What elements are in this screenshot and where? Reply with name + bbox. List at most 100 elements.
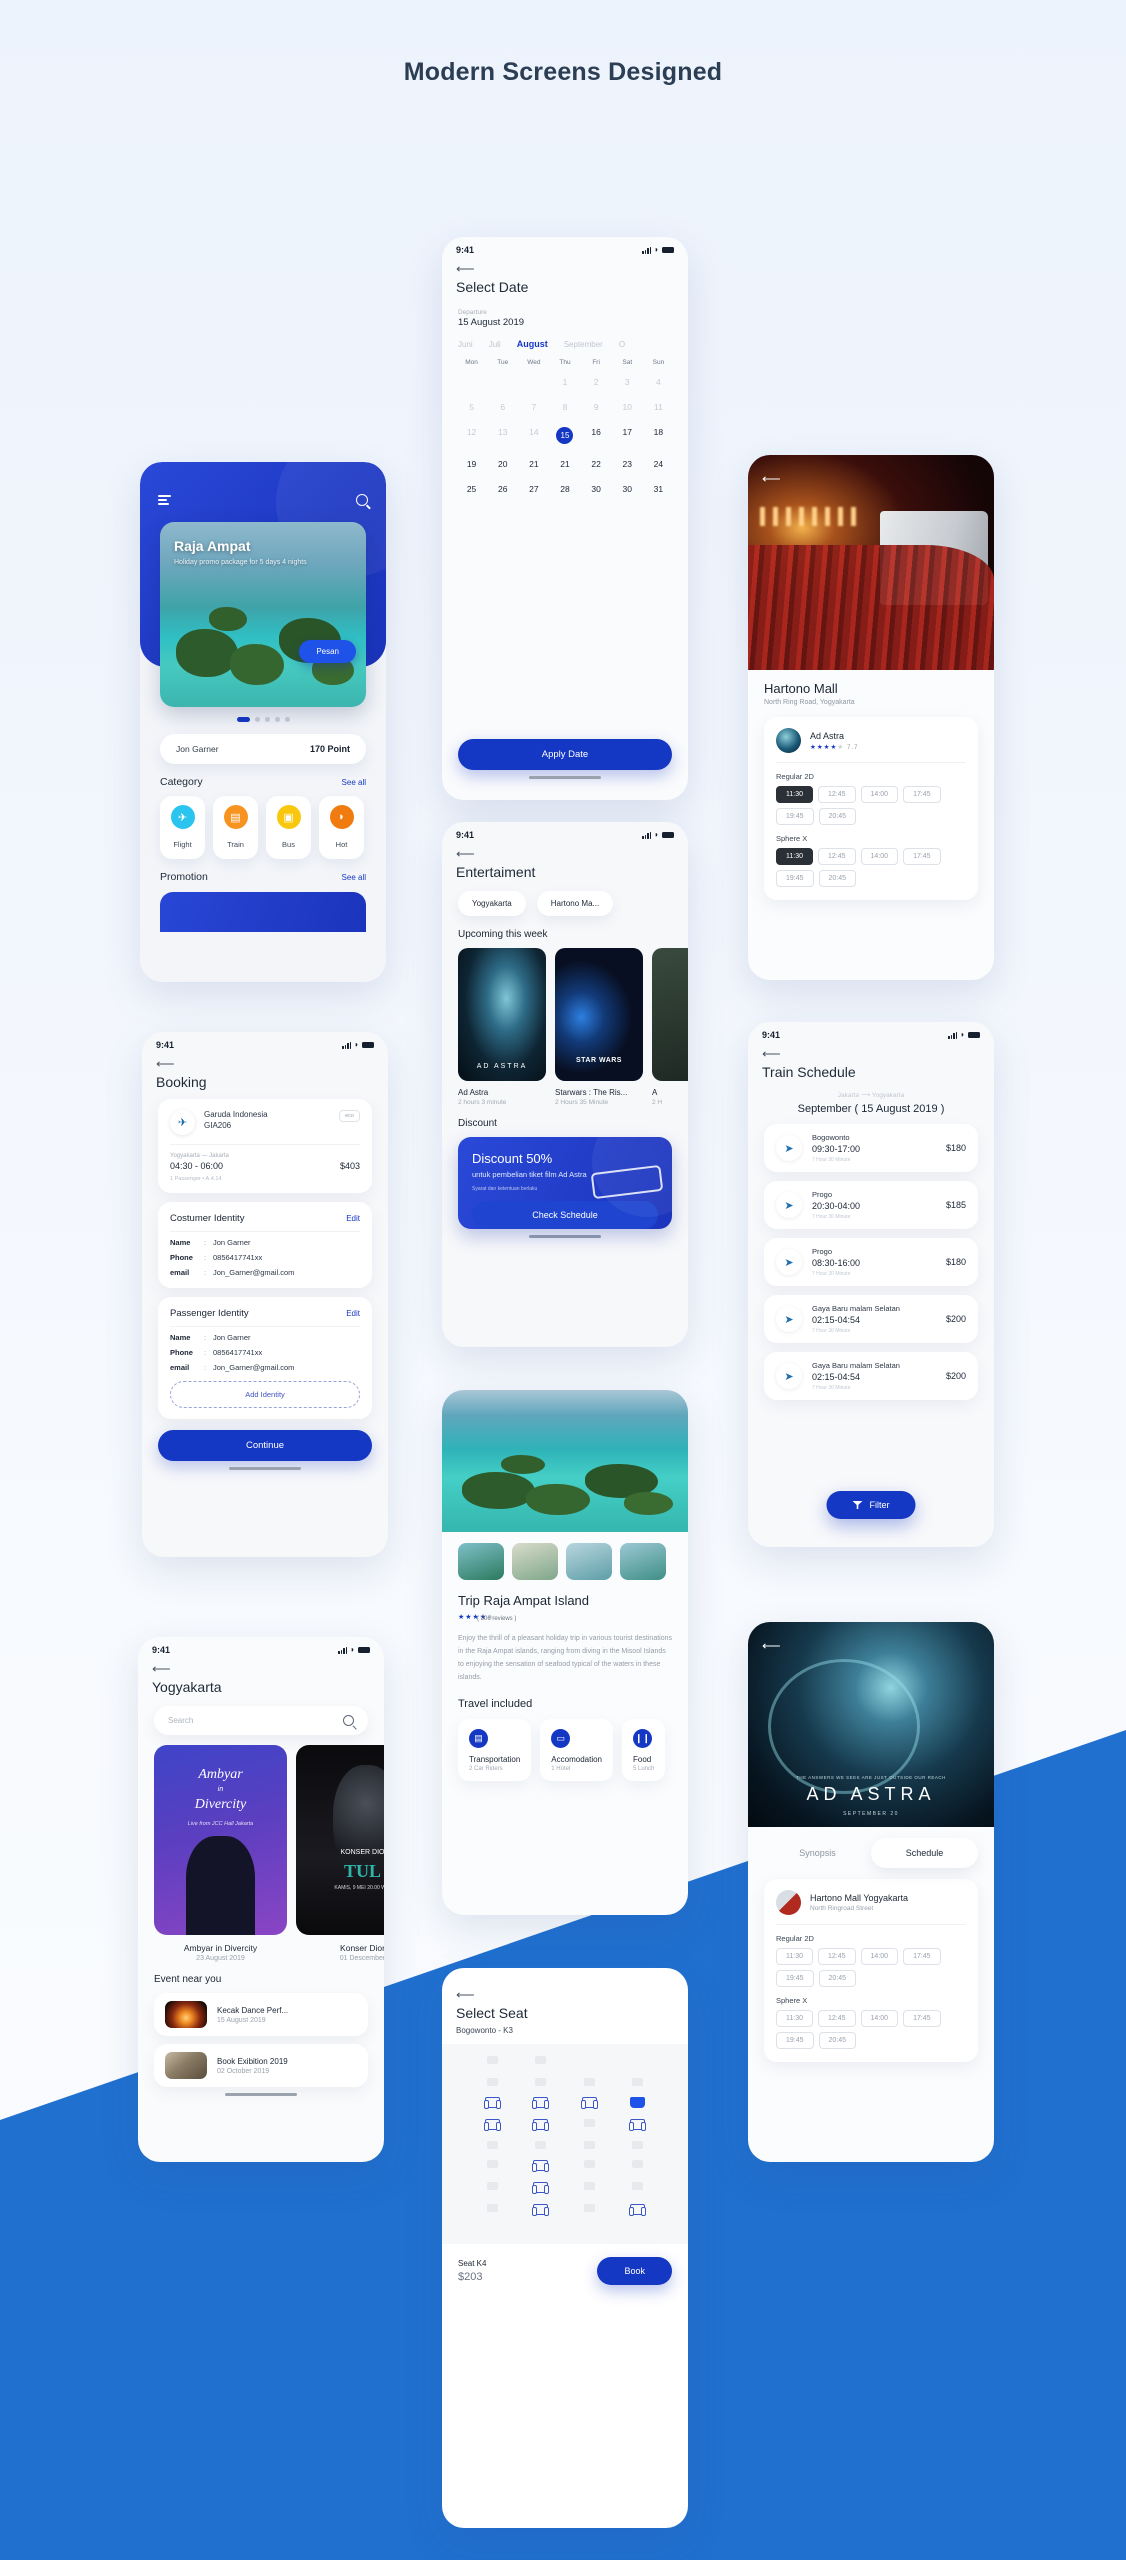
category-flight[interactable]: ✈ Flight: [160, 796, 205, 859]
showtime-chip[interactable]: 14:00: [860, 848, 899, 865]
calendar-day[interactable]: 26: [487, 480, 518, 498]
book-button[interactable]: Book: [597, 2257, 672, 2285]
month-september[interactable]: September: [564, 340, 603, 349]
showtime-chip[interactable]: 12:45: [818, 786, 856, 803]
back-icon[interactable]: ⟵: [762, 471, 781, 487]
calendar-day[interactable]: 11: [643, 398, 674, 416]
showtime-chip[interactable]: 19:45: [776, 1970, 814, 1987]
seat-empty[interactable]: [583, 2182, 595, 2190]
showtime-chip[interactable]: 17:45: [903, 848, 941, 865]
back-icon[interactable]: ⟵: [138, 1657, 384, 1675]
included-food[interactable]: ❙❙ Food 5 Lunch: [622, 1718, 666, 1781]
pesan-button[interactable]: Pesan: [299, 640, 356, 663]
seat-empty[interactable]: [583, 2160, 595, 2168]
calendar-day[interactable]: 6: [487, 398, 518, 416]
calendar-day[interactable]: [518, 373, 549, 391]
back-icon[interactable]: ⟵: [762, 1638, 781, 1654]
seat-empty[interactable]: [486, 2160, 498, 2168]
calendar-day[interactable]: 30: [612, 480, 643, 498]
near-event-row[interactable]: Book Exibition 2019 02 October 2019: [154, 2044, 368, 2087]
showtime-chip[interactable]: 14:00: [860, 2010, 899, 2027]
calendar-day[interactable]: 14: [518, 423, 549, 448]
promotion-see-all[interactable]: See all: [342, 873, 366, 882]
thumbnail[interactable]: [458, 1543, 504, 1580]
seat-available[interactable]: [483, 2119, 501, 2131]
seat-empty[interactable]: [632, 2182, 644, 2190]
seat-empty[interactable]: [486, 2204, 498, 2212]
search-icon[interactable]: [343, 1715, 354, 1726]
apply-date-button[interactable]: Apply Date: [458, 739, 672, 770]
showtime-chip[interactable]: 12:45: [818, 848, 856, 865]
calendar-day[interactable]: 31: [643, 480, 674, 498]
film-card[interactable]: A 2 H: [652, 948, 688, 1106]
category-bus[interactable]: ▣ Bus: [266, 796, 311, 859]
promotion-card[interactable]: [160, 892, 366, 932]
showtime-chip[interactable]: 11:30: [776, 786, 813, 803]
showtime-chip[interactable]: 17:45: [903, 2010, 941, 2027]
tab-schedule[interactable]: Schedule: [871, 1838, 978, 1868]
seat-empty[interactable]: [632, 2141, 644, 2149]
menu-icon[interactable]: [158, 494, 171, 506]
calendar-day[interactable]: 12: [456, 423, 487, 448]
showtime-chip[interactable]: 14:00: [860, 786, 899, 803]
discount-banner[interactable]: Discount 50% untuk pembelian tiket film …: [458, 1137, 672, 1229]
showtime-chip[interactable]: 11:30: [776, 848, 813, 865]
calendar-day[interactable]: 24: [643, 455, 674, 473]
calendar-day[interactable]: 9: [581, 398, 612, 416]
seat-empty[interactable]: [486, 2056, 498, 2064]
filter-button[interactable]: Filter: [826, 1491, 916, 1519]
tab-synopsis[interactable]: Synopsis: [764, 1838, 871, 1868]
seat-empty[interactable]: [632, 2160, 644, 2168]
seat-available[interactable]: [629, 2204, 647, 2216]
month-august[interactable]: August: [517, 339, 548, 349]
film-card[interactable]: Ad Astra 2 hours 3 minute: [458, 948, 546, 1106]
showtime-chip[interactable]: 20:45: [818, 2032, 857, 2049]
back-icon[interactable]: ⟵: [442, 1968, 688, 2001]
seat-empty[interactable]: [535, 2056, 547, 2064]
calendar-day[interactable]: 10: [612, 398, 643, 416]
calendar-day[interactable]: 17: [612, 423, 643, 448]
calendar-day[interactable]: 8: [549, 398, 580, 416]
showtime-chip[interactable]: 11:30: [776, 1948, 813, 1965]
seat-empty[interactable]: [583, 2141, 595, 2149]
seat-available[interactable]: [580, 2097, 598, 2109]
showtime-chip[interactable]: 19:45: [776, 2032, 814, 2049]
event-card[interactable]: Ambyar in Divercity Live from JCC Hall J…: [154, 1745, 287, 1962]
seat-available[interactable]: [629, 2119, 647, 2131]
check-schedule-button[interactable]: Check Schedule: [472, 1200, 658, 1229]
category-see-all[interactable]: See all: [342, 778, 366, 787]
flight-summary-card[interactable]: ✈ Garuda Indonesia GIA206 eco Yogyakarta…: [158, 1099, 372, 1193]
near-event-row[interactable]: Kecak Dance Perf... 15 August 2019: [154, 1993, 368, 2036]
calendar-day[interactable]: 25: [456, 480, 487, 498]
calendar-day[interactable]: 1: [549, 373, 580, 391]
thumbnail[interactable]: [566, 1543, 612, 1580]
seat-available[interactable]: [532, 2160, 550, 2172]
carousel-dots[interactable]: [140, 717, 386, 722]
month-juli[interactable]: Juli: [489, 340, 501, 349]
calendar-grid[interactable]: Mon Tue Wed Thu Fri Sat Sun 1 2 3 4 5 6 …: [442, 349, 688, 498]
showtime-chip[interactable]: 14:00: [860, 1948, 899, 1965]
calendar-day[interactable]: 3: [612, 373, 643, 391]
calendar-day[interactable]: 13: [487, 423, 518, 448]
search-input[interactable]: Search: [154, 1706, 368, 1735]
calendar-day[interactable]: 18: [643, 423, 674, 448]
calendar-day[interactable]: 30: [581, 480, 612, 498]
seat-grid[interactable]: [442, 2044, 688, 2244]
calendar-day[interactable]: 4: [643, 373, 674, 391]
train-row[interactable]: ➤ Gaya Baru malam Selatan 02:15-04:54 7 …: [764, 1295, 978, 1343]
calendar-day[interactable]: 2: [581, 373, 612, 391]
showtime-chip[interactable]: 17:45: [903, 786, 941, 803]
seat-empty[interactable]: [583, 2078, 595, 2086]
seat-empty[interactable]: [486, 2141, 498, 2149]
seat-empty[interactable]: [486, 2078, 498, 2086]
calendar-day[interactable]: 23: [612, 455, 643, 473]
seat-available[interactable]: [532, 2119, 550, 2131]
back-icon[interactable]: ⟵: [748, 1042, 994, 1060]
train-row[interactable]: ➤ Progo 20:30-04:00 7 Hour 30 Minute $18…: [764, 1181, 978, 1229]
calendar-day[interactable]: 21: [549, 455, 580, 473]
customer-edit-link[interactable]: Edit: [346, 1214, 360, 1223]
showtime-chip[interactable]: 11:30: [776, 2010, 813, 2027]
add-identity-button[interactable]: Add Identity: [170, 1381, 360, 1408]
back-icon[interactable]: ⟵: [442, 842, 688, 860]
user-points-card[interactable]: Jon Garner 170 Point: [160, 734, 366, 764]
